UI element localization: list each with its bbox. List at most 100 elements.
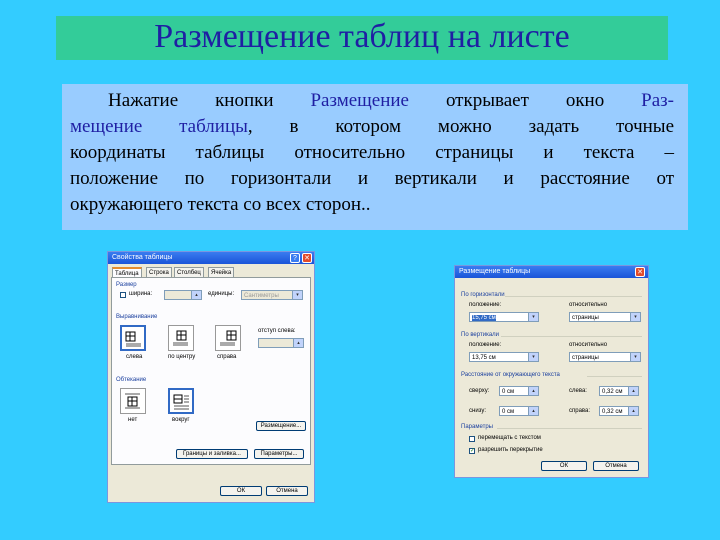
- dialog-title-bar: Размещение таблицы: [455, 266, 648, 278]
- allow-overlap-label: разрешить перекрытие: [478, 447, 543, 453]
- dialog-title: Свойства таблицы: [112, 254, 173, 261]
- group-separator: [497, 428, 642, 429]
- h-relative-select[interactable]: страницы ▾: [569, 312, 641, 322]
- tab-column[interactable]: Столбец: [174, 267, 204, 277]
- v-position-value: 13,75 см: [472, 355, 496, 361]
- horizontal-group-label: По горизонтали: [461, 292, 505, 298]
- close-icon[interactable]: ✕: [302, 253, 312, 263]
- chevron-down-icon[interactable]: ▾: [292, 291, 302, 299]
- move-with-text-checkbox[interactable]: [469, 436, 475, 442]
- wrap-around-icon: [173, 394, 189, 410]
- group-separator: [505, 296, 642, 297]
- description-box: Нажатие кнопки Размещение открывает окно…: [62, 84, 688, 230]
- allow-overlap-checkbox[interactable]: ✓: [469, 448, 475, 454]
- paragraph-text: , в котором можно задать точные: [247, 116, 674, 137]
- close-icon[interactable]: ✕: [635, 267, 645, 277]
- spin-icon[interactable]: ▴: [528, 407, 538, 415]
- h-position-value: 15,75 см: [472, 315, 496, 321]
- width-checkbox[interactable]: [120, 292, 126, 298]
- h-position-select[interactable]: 15,75 см ▾: [469, 312, 539, 322]
- chevron-down-icon[interactable]: ▾: [528, 313, 538, 321]
- align-center-option[interactable]: [168, 325, 194, 351]
- table-properties-dialog: Свойства таблицы ? ✕ Таблица Строка Стол…: [107, 251, 315, 503]
- indent-label: отступ слева:: [258, 328, 296, 334]
- wrap-around-option[interactable]: [168, 388, 194, 414]
- width-input[interactable]: ▴: [164, 290, 202, 300]
- size-group-label: Размер: [116, 282, 137, 288]
- placement-term: Размещение: [310, 90, 409, 111]
- spin-icon[interactable]: ▴: [528, 387, 538, 395]
- ok-button[interactable]: ОК: [220, 486, 262, 496]
- table-positioning-dialog: Размещение таблицы ✕ По горизонтали поло…: [454, 265, 649, 478]
- right-label: справа:: [569, 408, 591, 414]
- left-label: слева:: [569, 388, 587, 394]
- tab-cell[interactable]: Ячейка: [208, 267, 235, 277]
- align-left-label: слева: [126, 354, 143, 360]
- vertical-group-label: По вертикали: [461, 332, 500, 338]
- indent-input[interactable]: ▴: [258, 338, 304, 348]
- ok-button[interactable]: ОК: [541, 461, 587, 471]
- wrap-none-option[interactable]: [120, 388, 146, 414]
- wrap-around-label: вокруг: [172, 417, 190, 423]
- paragraph-line-2: мещение таблицы, в котором можно задать …: [70, 114, 674, 140]
- h-relative-value: страницы: [572, 315, 599, 321]
- paragraph-line-4: положение по горизонтали и вертикали и р…: [70, 168, 674, 189]
- bottom-label: снизу:: [469, 408, 487, 414]
- align-left-icon: [125, 331, 141, 347]
- tab-row[interactable]: Строка: [146, 267, 172, 277]
- dialog-name-term: Раз-: [641, 90, 674, 111]
- group-separator: [501, 336, 642, 337]
- v-relative-label: относительно: [569, 342, 608, 348]
- description-paragraph: Нажатие кнопки Размещение открывает окно…: [70, 88, 674, 218]
- tab-table[interactable]: Таблица: [112, 267, 142, 277]
- spin-icon[interactable]: ▴: [628, 407, 638, 415]
- chevron-down-icon[interactable]: ▾: [630, 313, 640, 321]
- bottom-value: 0 см: [502, 409, 515, 415]
- top-value: 0 см: [502, 389, 515, 395]
- h-relative-label: относительно: [569, 302, 608, 308]
- distance-group-label: Расстояние от окружающего текста: [461, 372, 560, 378]
- chevron-down-icon[interactable]: ▾: [528, 353, 538, 361]
- align-group-label: Выравнивание: [116, 314, 158, 320]
- slide-title-bar: Размещение таблиц на листе: [56, 16, 668, 60]
- align-left-option[interactable]: [120, 325, 146, 351]
- paragraph-line-3: координаты таблицы относительно страницы…: [70, 142, 674, 163]
- top-input[interactable]: 0 см ▴: [499, 386, 539, 396]
- units-select[interactable]: Сантиметры ▾: [241, 290, 303, 300]
- paragraph-line-5: окружающего текста со всех сторон..: [70, 194, 371, 215]
- cancel-button[interactable]: Отмена: [593, 461, 639, 471]
- placement-button[interactable]: Размещение...: [256, 421, 306, 431]
- top-label: сверху:: [469, 388, 490, 394]
- left-value: 0,32 см: [602, 389, 623, 395]
- right-value: 0,32 см: [602, 409, 623, 415]
- spin-icon[interactable]: ▴: [191, 291, 201, 299]
- options-button[interactable]: Параметры...: [254, 449, 304, 459]
- left-input[interactable]: 0,32 см ▴: [599, 386, 639, 396]
- align-right-label: справа: [217, 354, 237, 360]
- chevron-down-icon[interactable]: ▾: [630, 353, 640, 361]
- spin-icon[interactable]: ▴: [293, 339, 303, 347]
- spin-icon[interactable]: ▴: [628, 387, 638, 395]
- align-right-option[interactable]: [215, 325, 241, 351]
- cancel-button[interactable]: Отмена: [266, 486, 308, 496]
- group-separator: [587, 376, 642, 377]
- wrap-none-icon: [125, 393, 140, 409]
- borders-shading-button[interactable]: Границы и заливка...: [176, 449, 248, 459]
- width-label: ширина:: [129, 291, 153, 297]
- dialog-title: Размещение таблицы: [459, 268, 531, 275]
- right-input[interactable]: 0,32 см ▴: [599, 406, 639, 416]
- wrap-none-label: нет: [128, 417, 138, 423]
- params-group-label: Параметры: [461, 424, 493, 430]
- move-with-text-label: перемещать с текстом: [478, 435, 541, 441]
- tab-panel: [111, 277, 311, 465]
- align-center-label: по центру: [168, 354, 196, 360]
- help-icon[interactable]: ?: [290, 253, 300, 263]
- v-position-select[interactable]: 13,75 см ▾: [469, 352, 539, 362]
- units-label: единицы:: [208, 291, 235, 297]
- paragraph-line-1: Нажатие кнопки Размещение открывает окно…: [70, 88, 674, 114]
- align-center-icon: [173, 330, 188, 346]
- v-relative-value: страницы: [572, 355, 599, 361]
- v-position-label: положение:: [469, 342, 502, 348]
- v-relative-select[interactable]: страницы ▾: [569, 352, 641, 362]
- bottom-input[interactable]: 0 см ▴: [499, 406, 539, 416]
